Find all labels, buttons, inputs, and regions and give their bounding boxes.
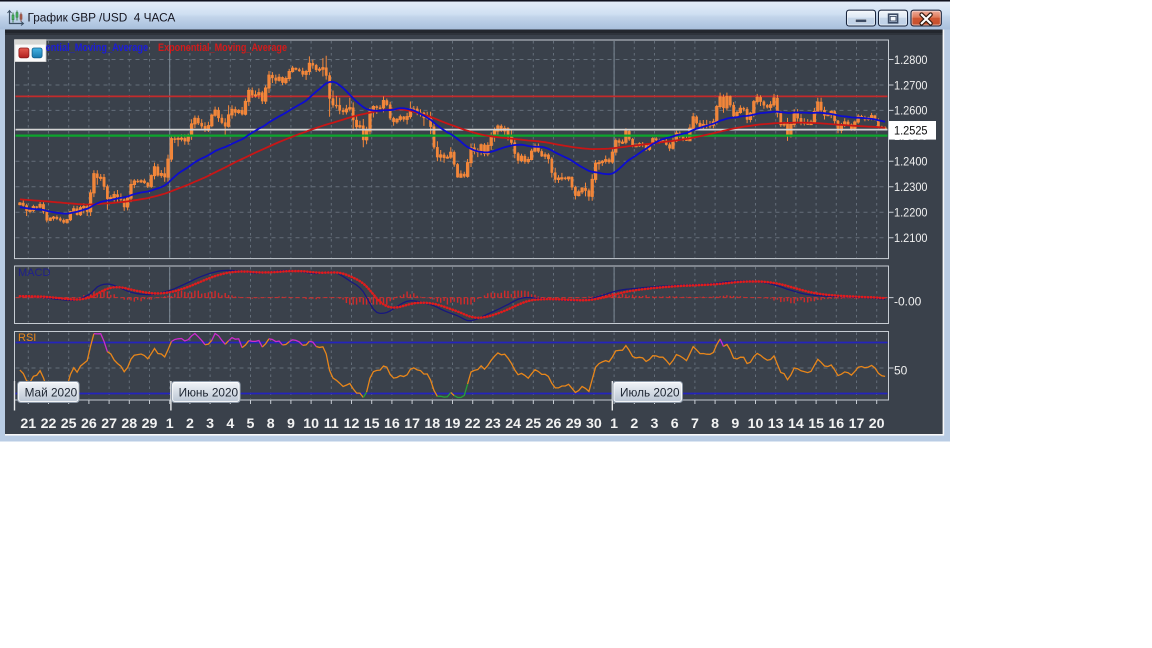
svg-text:22: 22 <box>41 416 57 432</box>
svg-text:MACD: MACD <box>18 267 50 279</box>
svg-text:График GBP /USD 4 ЧАСА: График GBP /USD 4 ЧАСА <box>28 11 176 25</box>
svg-text:1.2300: 1.2300 <box>894 180 928 194</box>
svg-text:19: 19 <box>445 416 461 432</box>
svg-text:Июнь 2020: Июнь 2020 <box>179 386 239 400</box>
svg-text:ential_Moving_Average: ential_Moving_Average <box>46 42 149 54</box>
svg-text:9: 9 <box>287 416 295 432</box>
svg-text:1: 1 <box>610 416 618 432</box>
svg-text:22: 22 <box>465 416 481 432</box>
svg-text:30: 30 <box>586 416 602 432</box>
svg-text:17: 17 <box>404 416 420 432</box>
svg-text:14: 14 <box>788 416 804 432</box>
svg-text:11: 11 <box>324 416 339 432</box>
svg-text:1.2400: 1.2400 <box>894 155 928 169</box>
svg-text:26: 26 <box>546 416 562 432</box>
svg-text:8: 8 <box>711 416 719 432</box>
svg-text:29: 29 <box>566 416 582 432</box>
svg-text:3: 3 <box>206 416 214 432</box>
svg-text:1.2525: 1.2525 <box>894 123 928 137</box>
svg-text:27: 27 <box>101 416 117 432</box>
svg-text:1.2600: 1.2600 <box>894 104 928 118</box>
svg-text:Июль 2020: Июль 2020 <box>620 386 680 400</box>
svg-text:15: 15 <box>808 416 824 432</box>
svg-text:18: 18 <box>424 416 440 432</box>
svg-text:25: 25 <box>525 416 541 432</box>
svg-text:12: 12 <box>344 416 360 432</box>
svg-text:1.2200: 1.2200 <box>894 206 928 220</box>
svg-text:Exponential_Moving_Average: Exponential_Moving_Average <box>158 42 287 54</box>
svg-text:20: 20 <box>869 416 885 432</box>
svg-text:29: 29 <box>142 416 158 432</box>
svg-text:10: 10 <box>303 416 319 432</box>
svg-text:4: 4 <box>226 416 234 432</box>
svg-text:13: 13 <box>768 416 784 432</box>
svg-text:1.2700: 1.2700 <box>894 78 928 92</box>
svg-text:9: 9 <box>731 416 739 432</box>
svg-text:16: 16 <box>384 416 400 432</box>
svg-text:15: 15 <box>364 416 380 432</box>
svg-text:2: 2 <box>630 416 638 432</box>
svg-text:21: 21 <box>20 416 36 432</box>
svg-text:16: 16 <box>828 416 844 432</box>
svg-text:1.2800: 1.2800 <box>894 53 928 67</box>
svg-text:3: 3 <box>651 416 659 432</box>
svg-text:8: 8 <box>267 416 275 432</box>
svg-text:25: 25 <box>61 416 77 432</box>
svg-text:1.2100: 1.2100 <box>894 231 928 245</box>
svg-text:50: 50 <box>894 363 908 377</box>
svg-text:26: 26 <box>81 416 97 432</box>
svg-text:17: 17 <box>849 416 865 432</box>
svg-text:6: 6 <box>671 416 679 432</box>
svg-text:1: 1 <box>166 416 174 432</box>
svg-text:-0.00: -0.00 <box>894 294 922 308</box>
svg-text:5: 5 <box>247 416 255 432</box>
svg-text:28: 28 <box>121 416 137 432</box>
svg-text:23: 23 <box>485 416 501 432</box>
svg-text:24: 24 <box>505 416 521 432</box>
svg-text:10: 10 <box>748 416 764 432</box>
svg-text:RSI: RSI <box>18 332 36 344</box>
svg-text:7: 7 <box>691 416 699 432</box>
svg-text:2: 2 <box>186 416 194 432</box>
svg-text:Май 2020: Май 2020 <box>25 386 78 400</box>
